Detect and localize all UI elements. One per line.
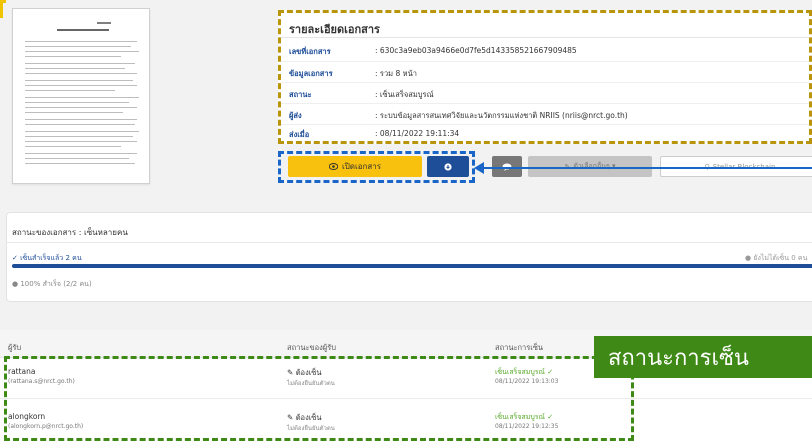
sender-label: ผู้ส่ง [289,111,302,120]
thumb-line [25,68,125,69]
doc-status-label: สถานะ [289,90,312,99]
row-divider [281,124,809,125]
sender-value: : ระบบข้อมูลสารสนเทศวิจัยและนวัตกรรมแห่ง… [375,111,628,120]
thumb-line [25,85,137,86]
thumb-line [25,141,137,142]
info-icon: ● [745,254,752,262]
thumb-line [25,73,137,74]
callout-arrow-line [480,167,812,169]
thumb-title [57,29,109,31]
thumb-line [25,102,129,103]
thumb-line [25,97,139,98]
thumb-line [25,107,137,108]
thumb-line [25,119,137,120]
thumb-line [25,112,123,113]
doc-info-value: : รวม 8 หน้า [375,69,417,78]
highlight-box-signers [4,356,634,441]
row-divider [281,61,809,62]
column-header-recipient-status: สถานะของผู้รับ [287,343,336,352]
details-divider [281,37,809,38]
status-divider [6,242,812,243]
thumb-line [25,131,139,132]
thumb-line [25,153,137,154]
document-details-panel: รายละเอียดเอกสาร เลขที่เอกสาร : 630c3a9e… [278,10,812,144]
thumb-line [25,158,129,159]
signed-count: ✓ เซ็นสำเร็จแล้ว 2 คน [12,253,82,264]
signing-progress-fill [12,264,812,268]
info-icon: ● [12,280,19,288]
sent-at-label: ส่งเมื่อ [289,130,310,139]
signing-status-callout: สถานะการเซ็น [594,336,812,378]
signing-progress-bar [12,264,812,268]
thumb-line [25,80,133,81]
column-header-sign-status: สถานะการเซ็น [495,343,544,352]
page-marker-top [0,0,6,3]
thumb-line [25,51,139,52]
doc-id-label: เลขที่เอกสาร [289,47,331,56]
thumb-line [25,90,115,91]
progress-summary-label: 100% สำเร็จ (2/2 คน) [20,280,92,288]
signed-count-label: เซ็นสำเร็จแล้ว 2 คน [20,254,82,262]
thumb-line [25,163,135,164]
details-title: รายละเอียดเอกสาร [289,23,380,36]
row-divider [281,103,809,104]
highlight-box-actions [278,151,475,183]
thumb-line [25,41,137,42]
thumb-line [25,136,133,137]
doc-id-value: : 630c3a9eb03a9466e0d7fe5d14335852166790… [375,46,577,55]
row-divider [281,82,809,83]
document-thumbnail[interactable] [12,8,150,184]
thumb-line [25,46,131,47]
thumb-line [25,146,121,147]
doc-info-label: ข้อมูลเอกสาร [289,69,333,78]
status-title: สถานะของเอกสาร : เซ็นหลายคน [12,228,128,237]
sent-at-value: : 08/11/2022 19:11:34 [375,129,460,138]
unsigned-count-label: ยังไม่ได้เซ็น 0 คน [753,254,808,262]
doc-status-value: : เซ็นเสร็จสมบูรณ์ [375,90,434,99]
thumb-line [25,56,121,57]
thumb-header [97,22,111,24]
thumb-line [25,63,135,64]
double-check-icon: ✓ [12,254,18,262]
column-header-recipient: ผู้รับ [8,343,22,352]
thumb-line [25,124,135,125]
unsigned-count: ● ยังไม่ได้เซ็น 0 คน [745,253,807,264]
progress-summary: ● 100% สำเร็จ (2/2 คน) [12,279,92,290]
callout-arrow-head [474,162,484,174]
